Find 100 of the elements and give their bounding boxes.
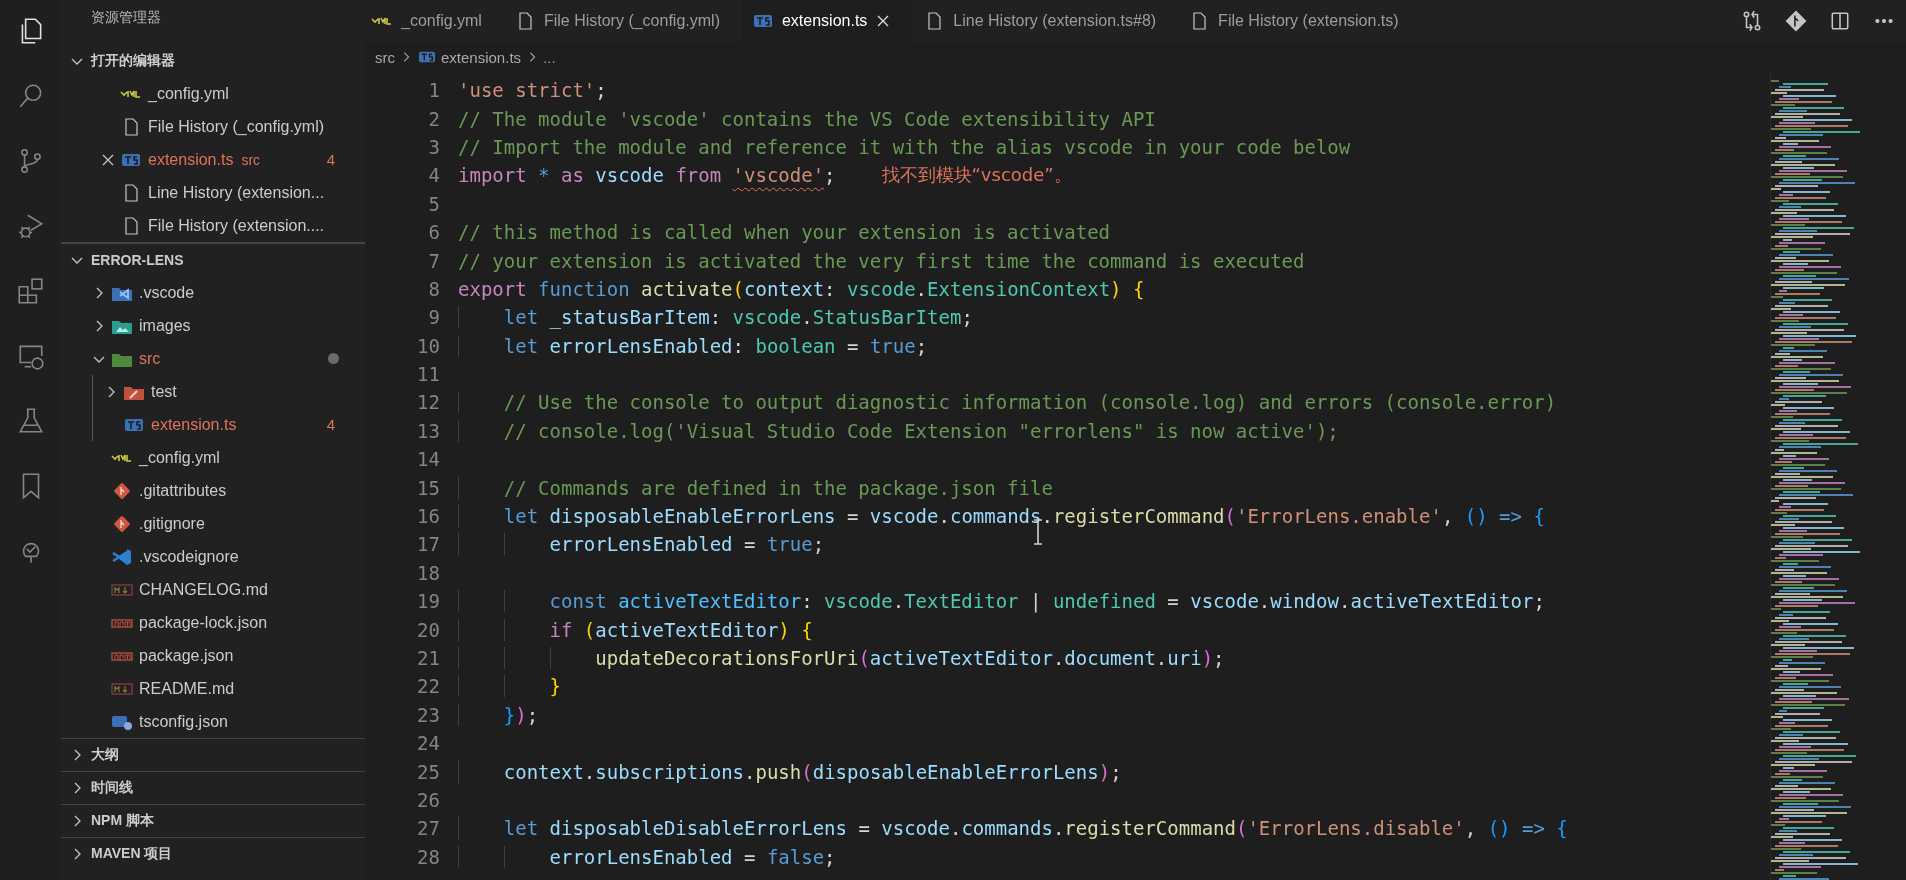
open-editor-item[interactable]: Line History (extension... bbox=[61, 176, 365, 209]
line-number: 24 bbox=[416, 732, 440, 755]
line-number: 16 bbox=[416, 505, 440, 528]
code-line: let disposableDisableErrorLens = vscode.commands.registerCommand('ErrorLens.disable', () => { bbox=[458, 817, 1568, 840]
section-header[interactable]: NPM 脚本 bbox=[61, 804, 365, 837]
section-header[interactable]: 时间线 bbox=[61, 771, 365, 804]
line-number: 3 bbox=[427, 135, 440, 158]
code-line: context.subscriptions.push(disposableEnableErrorLens); bbox=[458, 760, 1122, 783]
line-number: 17 bbox=[416, 533, 440, 556]
section-title: 时间线 bbox=[91, 779, 133, 797]
section-header[interactable]: ERROR-LENS bbox=[61, 243, 365, 276]
section-title: ERROR-LENS bbox=[91, 252, 184, 268]
code-line: // The module 'vscode' contains the VS Code extensibility API bbox=[458, 107, 1156, 130]
line-number: 7 bbox=[427, 249, 440, 272]
error-message: 找不到模块“vscode”。 bbox=[881, 163, 1072, 188]
file-name: .gitignore bbox=[139, 514, 205, 533]
tree-item[interactable]: package-lock.json bbox=[61, 606, 365, 639]
file-name: _config.yml bbox=[139, 448, 220, 467]
open-editor-item[interactable]: File History (_config.yml) bbox=[61, 110, 365, 143]
editor-tab[interactable]: Line History (extension.ts#8) bbox=[913, 0, 1179, 42]
file-name: test bbox=[151, 382, 177, 401]
file-name: extension.ts bbox=[148, 150, 234, 169]
tree-item[interactable]: CHANGELOG.md bbox=[61, 573, 365, 606]
line-number: 4 bbox=[427, 164, 440, 187]
code-line: export function activate(context: vscode.ExtensionContext) { bbox=[458, 277, 1145, 300]
open-editor-item[interactable]: _config.yml bbox=[61, 77, 365, 110]
line-number: 18 bbox=[416, 561, 440, 584]
tree-item[interactable]: package.json bbox=[61, 639, 365, 672]
code-line: let _statusBarItem: vscode.StatusBarItem; bbox=[458, 306, 973, 329]
tree-item[interactable]: images bbox=[61, 309, 365, 342]
file-name: Line History (extension... bbox=[148, 183, 325, 202]
file-name: CHANGELOG.md bbox=[139, 580, 268, 599]
breadcrumb-item[interactable]: extension.ts bbox=[441, 48, 522, 66]
file-name: .gitattributes bbox=[139, 481, 227, 500]
section-title: 大纲 bbox=[91, 746, 119, 764]
code-line: // Import the module and reference it with the alias vscode in your code below bbox=[458, 135, 1351, 158]
code-line: // Commands are defined in the package.json file bbox=[458, 476, 1053, 499]
folder-description: src bbox=[241, 151, 261, 168]
typescript-file-icon bbox=[417, 49, 437, 65]
code-line: errorLensEnabled = false; bbox=[458, 845, 836, 868]
open-editor-item[interactable]: File History (extension.... bbox=[61, 209, 365, 242]
line-number: 21 bbox=[416, 647, 440, 669]
line-number: 10 bbox=[416, 334, 440, 357]
line-number: 20 bbox=[416, 618, 440, 641]
tree-item[interactable]: _config.yml bbox=[61, 441, 365, 474]
section-header[interactable]: MAVEN 项目 bbox=[61, 837, 365, 870]
file-name: .vscode bbox=[139, 283, 195, 302]
file-name: package-lock.json bbox=[139, 613, 268, 632]
line-number: 19 bbox=[416, 590, 440, 613]
tree-item[interactable]: .vscode bbox=[61, 276, 365, 309]
vscode-file-icon bbox=[111, 547, 133, 566]
line-number: 9 bbox=[427, 306, 440, 329]
file-name: File History (_config.yml) bbox=[148, 117, 325, 136]
file-name: package.json bbox=[139, 646, 234, 665]
line-number: 15 bbox=[416, 476, 440, 499]
tree-item[interactable]: .vscodeignore bbox=[61, 540, 365, 573]
code-line: updateDecorationsForUri(activeTextEditor.document.uri); bbox=[458, 647, 1225, 669]
sidebar-title: 资源管理器 bbox=[90, 8, 162, 27]
open-editor-item[interactable]: extension.ts src 4 bbox=[61, 143, 365, 176]
code-line: // Use the console to output diagnostic information (console.log) and errors (console.error) bbox=[458, 391, 1557, 414]
code-line: let disposableEnableErrorLens = vscode.commands.registerCommand('ErrorLens.enable', () => { bbox=[458, 505, 1545, 528]
code-line: errorLensEnabled = true; bbox=[458, 533, 825, 556]
line-number: 23 bbox=[416, 703, 440, 726]
breadcrumb-item[interactable]: ... bbox=[543, 48, 556, 66]
section-header[interactable]: 打开的编辑器 bbox=[61, 44, 365, 77]
file-name: images bbox=[139, 316, 191, 335]
problem-count: 4 bbox=[326, 151, 335, 168]
code-line: } bbox=[458, 675, 561, 698]
tree-item[interactable]: .gitignore bbox=[61, 507, 365, 540]
editor-tab[interactable]: File History (extension.ts) bbox=[1178, 0, 1421, 42]
section-header[interactable]: 大纲 bbox=[61, 738, 365, 771]
file-name: README.md bbox=[139, 679, 235, 698]
editor-tab[interactable]: _config.yml bbox=[365, 0, 504, 42]
problem-count: 4 bbox=[326, 416, 335, 433]
tree-item[interactable]: README.md bbox=[61, 672, 365, 705]
code-line: // this method is called when your extension is activated bbox=[458, 221, 1111, 244]
code-line: const activeTextEditor: vscode.TextEditor | undefined = vscode.window.activeTextEditor; bbox=[458, 590, 1545, 613]
line-number: 2 bbox=[427, 107, 440, 130]
line-number: 27 bbox=[416, 817, 440, 840]
file-name: .vscodeignore bbox=[139, 547, 239, 566]
tree-item[interactable]: src bbox=[61, 342, 365, 375]
file-name: tsconfig.json bbox=[139, 712, 228, 731]
tree-item[interactable]: .gitattributes bbox=[61, 474, 365, 507]
section-title: MAVEN 项目 bbox=[91, 845, 173, 863]
code-line: let errorLensEnabled: boolean = true; bbox=[458, 334, 928, 357]
line-number: 26 bbox=[416, 788, 440, 811]
file-name: src bbox=[139, 349, 161, 368]
code-line: 'use strict'; bbox=[458, 79, 607, 102]
line-number: 22 bbox=[416, 675, 440, 698]
file-name: _config.yml bbox=[148, 84, 229, 103]
section-title: 打开的编辑器 bbox=[91, 51, 175, 70]
line-number: 5 bbox=[427, 192, 440, 215]
breadcrumb-item[interactable]: src bbox=[375, 48, 395, 66]
code-line: // console.log('Visual Studio Code Extension "errorlens" is now active'); bbox=[458, 419, 1339, 442]
code-line: if (activeTextEditor) { bbox=[458, 618, 813, 641]
line-number: 1 bbox=[427, 79, 440, 102]
editor-tab[interactable]: File History (_config.yml) bbox=[503, 0, 742, 42]
line-number: 25 bbox=[416, 760, 440, 783]
tree-item[interactable]: tsconfig.json bbox=[61, 705, 365, 738]
typescript-file-icon bbox=[751, 12, 774, 30]
